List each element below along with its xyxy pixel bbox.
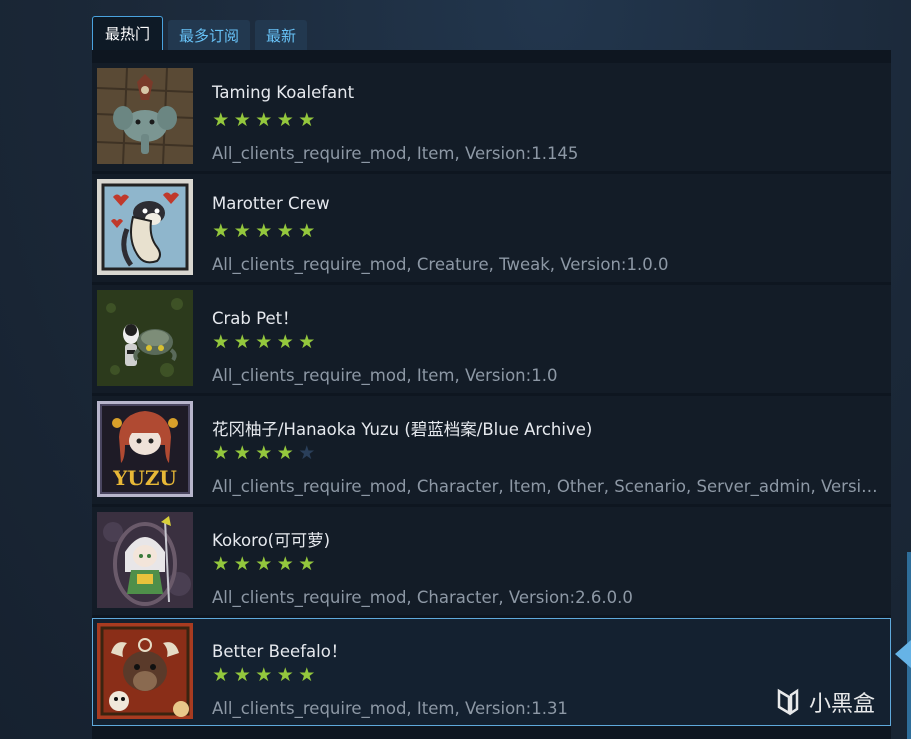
beefalo-thumbnail bbox=[97, 623, 193, 719]
mod-title[interactable]: Marotter Crew bbox=[212, 194, 330, 213]
workshop-page: 最热门 最多订阅 最新 Taming Koalefant ★ ★ ★ ★ ★ A… bbox=[0, 0, 911, 739]
rating-stars: ★ ★ ★ ★ ★ bbox=[211, 665, 317, 685]
rating-stars: ★ ★ ★ ★ ★ bbox=[211, 443, 317, 463]
star-filled-icon: ★ bbox=[233, 442, 251, 464]
star-filled-icon: ★ bbox=[212, 664, 230, 686]
rating-stars: ★ ★ ★ ★ ★ bbox=[211, 332, 317, 352]
star-filled-icon: ★ bbox=[298, 220, 316, 242]
star-filled-icon: ★ bbox=[276, 664, 294, 686]
mod-title[interactable]: Taming Koalefant bbox=[212, 83, 354, 102]
star-filled-icon: ★ bbox=[255, 109, 273, 131]
star-filled-icon: ★ bbox=[276, 331, 294, 353]
star-filled-icon: ★ bbox=[298, 109, 316, 131]
star-filled-icon: ★ bbox=[298, 664, 316, 686]
star-filled-icon: ★ bbox=[233, 664, 251, 686]
mod-tags: All_clients_require_mod, Creature, Tweak… bbox=[212, 255, 669, 274]
mod-list: Taming Koalefant ★ ★ ★ ★ ★ All_clients_requi… bbox=[92, 50, 891, 739]
star-filled-icon: ★ bbox=[298, 553, 316, 575]
star-filled-icon: ★ bbox=[255, 220, 273, 242]
star-filled-icon: ★ bbox=[212, 220, 230, 242]
rating-stars: ★ ★ ★ ★ ★ bbox=[211, 221, 317, 241]
star-filled-icon: ★ bbox=[298, 331, 316, 353]
marotter-thumbnail bbox=[97, 179, 193, 275]
star-filled-icon: ★ bbox=[255, 442, 273, 464]
star-filled-icon: ★ bbox=[255, 553, 273, 575]
tab-most-subscribed[interactable]: 最多订阅 bbox=[168, 20, 251, 50]
selection-pointer-icon bbox=[895, 640, 911, 668]
tab-most-popular[interactable]: 最热门 bbox=[92, 16, 164, 50]
rating-stars: ★ ★ ★ ★ ★ bbox=[211, 110, 317, 130]
mod-title[interactable]: Kokoro(可可萝) bbox=[212, 527, 330, 551]
star-filled-icon: ★ bbox=[233, 553, 251, 575]
watermark: 小黑盒 bbox=[773, 686, 875, 718]
mod-row[interactable]: YUZU 花冈柚子/Hanaoka Yuzu (碧蓝档案/Blue Archiv… bbox=[92, 396, 891, 504]
kokoro-thumbnail bbox=[97, 512, 193, 608]
mod-tags: All_clients_require_mod, Character, Vers… bbox=[212, 588, 633, 607]
crab-pet-thumbnail bbox=[97, 290, 193, 386]
star-filled-icon: ★ bbox=[212, 109, 230, 131]
star-filled-icon: ★ bbox=[255, 664, 273, 686]
star-filled-icon: ★ bbox=[276, 553, 294, 575]
star-filled-icon: ★ bbox=[255, 331, 273, 353]
rating-stars: ★ ★ ★ ★ ★ bbox=[211, 554, 317, 574]
mod-tags: All_clients_require_mod, Character, Item… bbox=[212, 477, 884, 496]
star-filled-icon: ★ bbox=[233, 331, 251, 353]
mod-title[interactable]: 花冈柚子/Hanaoka Yuzu (碧蓝档案/Blue Archive) bbox=[212, 416, 592, 440]
star-empty-icon: ★ bbox=[298, 442, 316, 464]
star-filled-icon: ★ bbox=[212, 553, 230, 575]
yuzu-thumbnail: YUZU bbox=[97, 401, 193, 497]
watermark-text: 小黑盒 bbox=[809, 692, 876, 717]
mod-row[interactable]: Crab Pet！ ★ ★ ★ ★ ★ All_clients_require_mod,… bbox=[92, 285, 891, 393]
star-filled-icon: ★ bbox=[212, 331, 230, 353]
koalefant-thumbnail bbox=[97, 68, 193, 164]
mod-title[interactable]: Better Beefalo！ bbox=[212, 638, 347, 662]
mod-row[interactable]: Better Beefalo！ ★ ★ ★ ★ ★ All_clients_requir… bbox=[92, 618, 891, 726]
mod-tags: All_clients_require_mod, Item, Version:1… bbox=[212, 144, 579, 163]
star-filled-icon: ★ bbox=[276, 442, 294, 464]
mod-tags: All_clients_require_mod, Item, Version:1… bbox=[212, 366, 558, 385]
tab-newest[interactable]: 最新 bbox=[255, 20, 308, 50]
mod-row[interactable]: Marotter Crew ★ ★ ★ ★ ★ All_clients_require_… bbox=[92, 174, 891, 282]
star-filled-icon: ★ bbox=[233, 109, 251, 131]
star-filled-icon: ★ bbox=[276, 109, 294, 131]
mod-title[interactable]: Crab Pet！ bbox=[212, 305, 299, 329]
star-filled-icon: ★ bbox=[212, 442, 230, 464]
mod-row[interactable]: Taming Koalefant ★ ★ ★ ★ ★ All_clients_requi… bbox=[92, 63, 891, 171]
sort-tabs: 最热门 最多订阅 最新 bbox=[92, 16, 308, 50]
star-filled-icon: ★ bbox=[233, 220, 251, 242]
svg-text:YUZU: YUZU bbox=[112, 466, 177, 490]
mod-row[interactable]: Kokoro(可可萝) ★ ★ ★ ★ ★ All_clients_require_mo… bbox=[92, 507, 891, 615]
star-filled-icon: ★ bbox=[276, 220, 294, 242]
heybox-logo-icon bbox=[777, 688, 799, 716]
